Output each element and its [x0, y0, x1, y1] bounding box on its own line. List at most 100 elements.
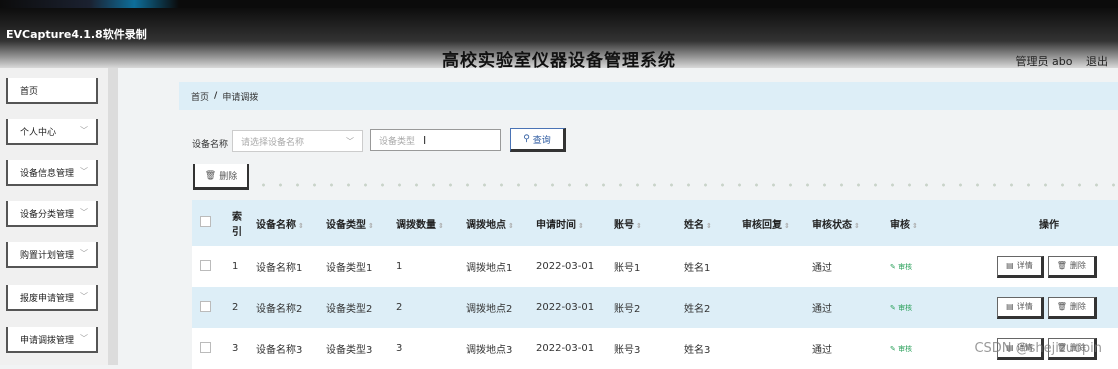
search-icon: ⚲: [523, 134, 530, 144]
cell-qty: 3: [396, 343, 403, 354]
col-index: 索引: [232, 212, 242, 238]
col-date[interactable]: 申请时间 ⇕: [528, 200, 606, 246]
edit-icon: ✎: [890, 345, 899, 353]
cell-reply: [734, 287, 804, 328]
audit-link[interactable]: ✎ 审核: [890, 263, 912, 271]
audit-link[interactable]: ✎ 审核: [890, 304, 912, 312]
breadcrumb-separator: /: [214, 91, 218, 101]
chevron-down-icon: ﹀: [80, 167, 88, 176]
device-type-placeholder: 设备类型: [379, 136, 416, 147]
sidebar-item-label: 首页: [20, 86, 39, 97]
device-name-select[interactable]: 请选择设备名称 ﹀: [232, 130, 363, 152]
col-reply[interactable]: 审核回复 ⇕: [734, 200, 804, 246]
row-select-cell: [192, 246, 224, 287]
col-quantity[interactable]: 调拨数量 ⇕: [388, 200, 458, 246]
trash-icon: 🗑: [1056, 302, 1067, 311]
decorative-dots: [255, 182, 1115, 188]
row-checkbox[interactable]: [200, 259, 211, 271]
cell-name: 设备名称3: [256, 345, 303, 356]
sort-icon: ⇕: [854, 221, 860, 230]
col-person[interactable]: 姓名 ⇕: [676, 200, 734, 246]
cell-type: 设备类型3: [326, 345, 373, 356]
cell-status: 通过: [812, 263, 832, 274]
sort-icon: ⇕: [912, 221, 918, 230]
col-account[interactable]: 账号 ⇕: [606, 200, 676, 246]
chevron-down-icon: ﹀: [80, 208, 88, 217]
breadcrumb-home[interactable]: 首页: [191, 90, 209, 103]
col-place[interactable]: 调拨地点 ⇕: [458, 200, 528, 246]
sidebar-item-label: 个人中心: [20, 127, 57, 138]
top-strip: [0, 0, 1118, 8]
search-button-label: 查询: [532, 135, 551, 146]
cell-audit: ✎ 审核: [882, 287, 960, 328]
col-device-name[interactable]: 设备名称 ⇕: [248, 200, 318, 246]
cell-account: 账号3: [614, 345, 641, 356]
sidebar-item-label: 申请调拨管理: [20, 335, 75, 346]
sidebar-item-personal[interactable]: 个人中心 ﹀: [6, 119, 98, 145]
row-checkbox[interactable]: [200, 341, 211, 353]
cell-account: 账号2: [614, 304, 641, 315]
header: EVCapture4.1.8软件录制 高校实验室仪器设备管理系统 管理员 abo…: [0, 8, 1118, 71]
cell-account: 账号1: [614, 263, 641, 274]
sort-icon: ⇕: [368, 221, 374, 230]
cell-status: 通过: [812, 304, 832, 315]
breadcrumb: 首页 / 申请调拨: [179, 82, 1118, 110]
breadcrumb-current: 申请调拨: [222, 92, 259, 103]
row-select-cell: [192, 287, 224, 328]
sidebar-item-scrap-request[interactable]: 报废申请管理 ﹀: [6, 285, 98, 311]
sidebar-item-home[interactable]: 首页: [6, 78, 98, 104]
delete-button[interactable]: 🗑 删除: [1047, 255, 1097, 278]
cell-audit: ✎ 审核: [882, 246, 960, 287]
sidebar-item-device-category[interactable]: 设备分类管理 ﹀: [6, 201, 98, 227]
sort-icon: ⇕: [636, 221, 642, 230]
detail-icon: ▤: [1006, 302, 1014, 311]
cell-date: 2022-03-01: [536, 302, 595, 313]
row-select-cell: [192, 328, 224, 369]
device-name-placeholder: 请选择设备名称: [241, 137, 305, 148]
col-status[interactable]: 审核状态 ⇕: [804, 200, 882, 246]
sort-icon: ⇕: [784, 221, 790, 230]
delete-button[interactable]: 🗑 删除: [1047, 296, 1097, 319]
cell-person: 姓名2: [684, 304, 711, 315]
table-row: 2 设备名称2 设备类型2 2 调拨地点2 2022-03-01 账号2 姓名2…: [192, 287, 1118, 328]
sort-icon: ⇕: [298, 221, 304, 230]
sidebar-item-device-info[interactable]: 设备信息管理 ﹀: [6, 160, 98, 186]
cell-audit: ✎ 审核: [882, 328, 960, 369]
sort-icon: ⇕: [578, 221, 584, 230]
cell-reply: [734, 246, 804, 287]
chevron-down-icon: ﹀: [80, 292, 88, 301]
table-row: 1 设备名称1 设备类型1 1 调拨地点1 2022-03-01 账号1 姓名1…: [192, 246, 1118, 287]
select-all-cell: [192, 200, 224, 246]
col-audit[interactable]: 审核 ⇕: [882, 200, 960, 246]
watermark: CSDN @shejizuopin: [974, 341, 1102, 356]
cell-index: 2: [232, 302, 239, 313]
sidebar-item-purchase-plan[interactable]: 购置计划管理 ﹀: [6, 242, 98, 268]
cell-place: 调拨地点3: [466, 345, 513, 356]
cell-date: 2022-03-01: [536, 343, 595, 354]
row-checkbox[interactable]: [200, 300, 211, 312]
cell-name: 设备名称1: [256, 263, 303, 274]
cell-actions: ▤ 详情 🗑 删除: [960, 246, 1118, 287]
detail-button[interactable]: ▤ 详情: [997, 255, 1044, 278]
sidebar-item-label: 设备信息管理: [20, 168, 75, 179]
cell-actions: ▤ 详情 🗑 删除: [960, 287, 1118, 328]
sidebar-item-label: 设备分类管理: [20, 209, 75, 220]
cell-place: 调拨地点1: [466, 263, 513, 274]
detail-button[interactable]: ▤ 详情: [997, 296, 1044, 319]
search-button[interactable]: ⚲ 查询: [510, 128, 566, 152]
device-type-input[interactable]: 设备类型 I: [370, 129, 501, 151]
trash-icon: 🗑: [204, 170, 217, 181]
col-device-type[interactable]: 设备类型 ⇕: [318, 200, 388, 246]
sidebar-item-transfer-request[interactable]: 申请调拨管理 ﹀: [6, 327, 98, 353]
logout-link[interactable]: 退出: [1086, 55, 1108, 68]
table-header: 索引 设备名称 ⇕ 设备类型 ⇕ 调拨数量 ⇕ 调拨地点 ⇕ 申请时间 ⇕ 账号 ⇕ 姓名 ⇕…: [192, 200, 1118, 246]
trash-icon: 🗑: [1056, 261, 1067, 270]
audit-link[interactable]: ✎ 审核: [890, 345, 912, 353]
user-label: 管理员 abo: [1015, 55, 1073, 68]
sidebar-divider: [108, 68, 118, 365]
cell-reply: [734, 328, 804, 369]
cell-index: 3: [232, 343, 239, 354]
select-all-checkbox[interactable]: [200, 216, 211, 227]
text-cursor-icon: I: [423, 133, 427, 147]
batch-delete-button[interactable]: 🗑 删除: [193, 164, 249, 190]
